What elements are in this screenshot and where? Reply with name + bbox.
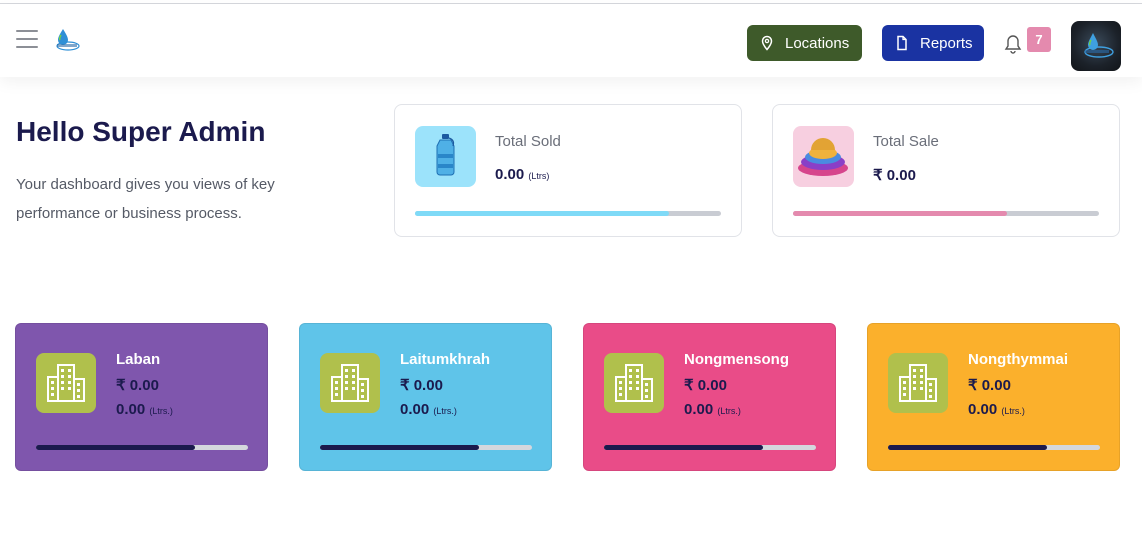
reports-label: Reports: [920, 34, 973, 52]
water-drop-logo[interactable]: [53, 26, 81, 54]
location-name: Nongmensong: [684, 351, 789, 368]
map-pin-icon: [759, 35, 775, 51]
building-icon: [320, 353, 380, 413]
document-icon: [894, 35, 910, 51]
location-progress-fill: [604, 445, 763, 450]
page-description: Your dashboard gives you views of key pe…: [16, 176, 275, 222]
locations-label: Locations: [785, 34, 850, 52]
location-progress: [320, 445, 532, 450]
total-sold-progress: [415, 211, 721, 216]
locations-button[interactable]: Locations: [747, 25, 862, 61]
location-progress: [888, 445, 1100, 450]
hamburger-icon[interactable]: [16, 30, 38, 50]
top-header: Locations Reports 7: [0, 4, 1142, 77]
location-card-nongthymmai[interactable]: Nongthymmai ₹ 0.00 0.00 (Ltrs.): [867, 323, 1120, 471]
total-sale-progress: [793, 211, 1099, 216]
water-bottle-icon: [415, 126, 476, 187]
location-litres: 0.00 (Ltrs.): [400, 401, 457, 418]
location-card-laitumkhrah[interactable]: Laitumkhrah ₹ 0.00 0.00 (Ltrs.): [299, 323, 552, 471]
page-title: Hello Super Admin: [16, 116, 266, 147]
progress-fill: [415, 211, 669, 216]
coin-stack-icon: [793, 126, 854, 187]
location-progress-fill: [320, 445, 479, 450]
notification-badge[interactable]: 7: [1027, 27, 1051, 52]
location-amount: ₹ 0.00: [968, 377, 1011, 394]
location-progress: [604, 445, 816, 450]
total-sold-label: Total Sold: [495, 133, 561, 150]
location-name: Laitumkhrah: [400, 351, 491, 368]
location-progress: [36, 445, 248, 450]
location-progress-fill: [888, 445, 1047, 450]
location-card-nongmensong[interactable]: Nongmensong ₹ 0.00 0.00 (Ltrs.): [583, 323, 836, 471]
building-icon: [36, 353, 96, 413]
total-sale-label: Total Sale: [873, 133, 939, 150]
building-icon: [604, 353, 664, 413]
building-icon: [888, 353, 948, 413]
location-litres: 0.00 (Ltrs.): [968, 401, 1025, 418]
location-card-laban[interactable]: Laban ₹ 0.00 0.00 (Ltrs.): [15, 323, 268, 471]
progress-fill: [793, 211, 1008, 216]
location-amount: ₹ 0.00: [684, 377, 727, 394]
location-litres: 0.00 (Ltrs.): [116, 401, 173, 418]
location-progress-fill: [36, 445, 195, 450]
total-sale-card: Total Sale ₹ 0.00: [772, 104, 1120, 237]
total-sale-value: ₹ 0.00: [873, 167, 916, 184]
total-sold-value: 0.00 (Ltrs): [495, 166, 550, 183]
avatar[interactable]: [1071, 21, 1121, 71]
reports-button[interactable]: Reports: [882, 25, 984, 61]
bell-icon[interactable]: [1004, 34, 1022, 54]
total-sold-card: Total Sold 0.00 (Ltrs): [394, 104, 742, 237]
location-amount: ₹ 0.00: [400, 377, 443, 394]
location-amount: ₹ 0.00: [116, 377, 159, 394]
location-name: Laban: [116, 351, 161, 368]
location-name: Nongthymmai: [968, 351, 1069, 368]
location-litres: 0.00 (Ltrs.): [684, 401, 741, 418]
